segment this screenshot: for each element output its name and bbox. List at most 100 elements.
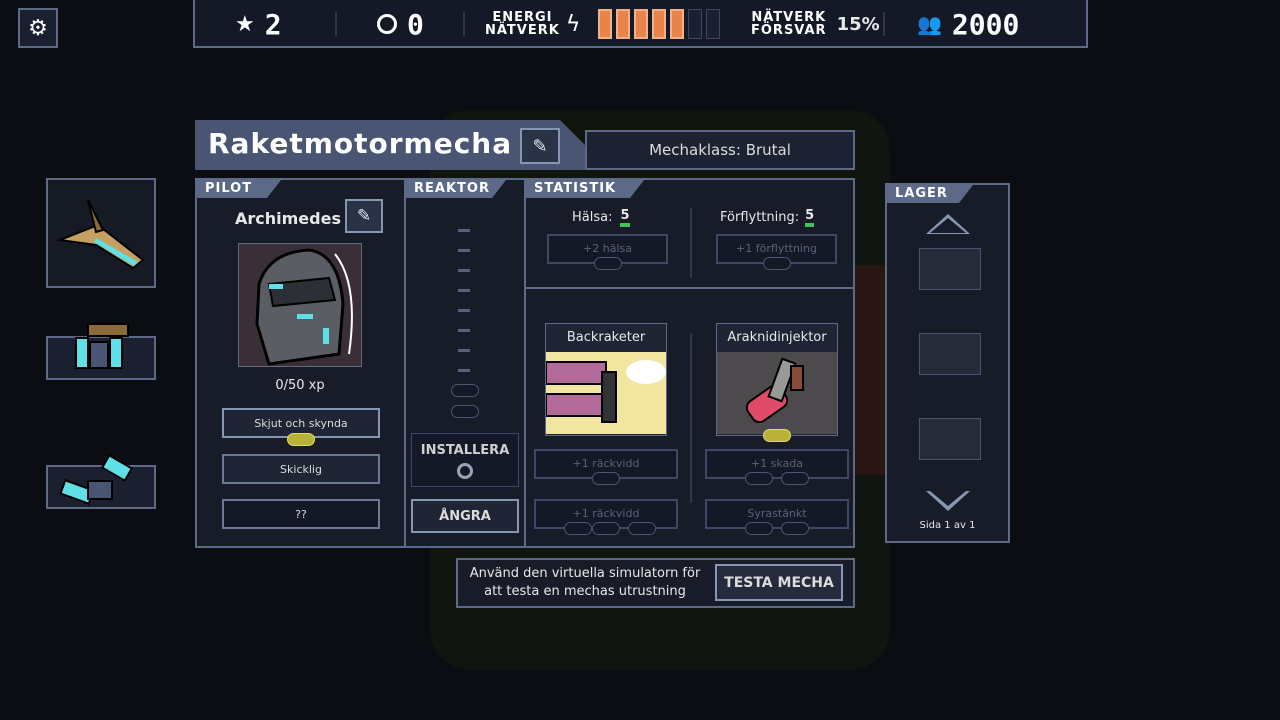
reactor-tick (458, 229, 470, 232)
pencil-icon: ✎ (532, 135, 548, 157)
move-upgrade-label: +1 förflyttning (736, 242, 817, 255)
star-icon: ★ (235, 11, 255, 37)
reputation-count: 0 (407, 7, 424, 41)
upgrade-pill (592, 522, 620, 535)
reactor-pill (451, 384, 479, 397)
weapon-2-upgrade-2[interactable]: Syrastänkt (705, 499, 849, 529)
mech-select-1[interactable] (46, 178, 156, 288)
upgrade-pill (564, 522, 592, 535)
weapon-1-upgrade-2-label: +1 räckvidd (572, 507, 640, 520)
weapon-2-upgrade-1[interactable]: +1 skada (705, 449, 849, 479)
pilot-skill-3-label: ?? (295, 507, 307, 521)
drone-mech-icon (59, 455, 134, 505)
storage-page: Sida 1 av 1 (919, 520, 976, 531)
pilot-name: Archimedes (235, 209, 341, 228)
reactor-core-icon (457, 463, 473, 479)
pilot-skill-1-label: Skjut och skynda (254, 416, 348, 430)
storage-tag: LAGER (887, 185, 973, 203)
health-upgrade-label: +2 hälsa (583, 242, 632, 255)
pilot-tag: PILOT (197, 180, 281, 198)
simulator-text-1: Använd den virtuella simulatorn för (469, 566, 701, 581)
jet-mech-icon (56, 199, 145, 270)
pilot-skill-3[interactable]: ?? (222, 499, 380, 529)
artillery-mech-icon (75, 323, 129, 369)
energy-bar-segment (598, 9, 613, 39)
upgrade-pill (781, 522, 809, 535)
move-value: 5 (805, 208, 815, 227)
defense-label-2: FÖRSVAR (751, 23, 827, 38)
energy-bar-segment (652, 9, 667, 39)
star-count: 2 (264, 7, 282, 41)
move-pill (763, 257, 791, 270)
undo-button[interactable]: ÅNGRA (411, 499, 519, 533)
upgrade-pill (628, 522, 656, 535)
reactor-tick (458, 329, 470, 332)
population-icon: 👥 (917, 12, 942, 36)
gear-icon: ⚙ (28, 15, 48, 41)
undo-label: ÅNGRA (439, 508, 491, 524)
move-label: Förflyttning: (720, 210, 800, 225)
reactor-tick (458, 269, 470, 272)
upgrade-pill (745, 522, 773, 535)
reactor-tick (458, 349, 470, 352)
stats-tag: STATISTIK (526, 180, 644, 198)
rename-pilot-button[interactable]: ✎ (345, 199, 383, 233)
mech-class-label: Mechaklass: Brutal (649, 141, 791, 159)
reactor-tick (458, 369, 470, 372)
rename-mech-button[interactable]: ✎ (520, 128, 560, 164)
simulator-text-2: att testa en mechas utrustning (484, 584, 686, 599)
upgrade-pill (781, 472, 809, 485)
settings-button[interactable]: ⚙ (18, 8, 58, 48)
mech-select-3[interactable] (46, 455, 156, 509)
pilot-portrait (238, 243, 362, 367)
defense-value: 15% (836, 13, 880, 35)
reactor-tick (458, 309, 470, 312)
pilot-skill-2[interactable]: Skicklig (222, 454, 380, 484)
energy-bar-segment (706, 9, 721, 39)
lightning-icon: ϟ (565, 11, 581, 37)
upgrade-pill (745, 472, 773, 485)
reactor-pill (451, 405, 479, 418)
weapon-card-2[interactable]: Araknidinjektor (716, 323, 838, 436)
pilot-xp: 0/50 xp (275, 378, 325, 393)
reactor-tag: REAKTOR (406, 180, 506, 198)
energy-bars (598, 9, 724, 39)
move-stat: Förflyttning: 5 (720, 208, 815, 227)
weapon-2-pill (763, 429, 791, 442)
energy-label-2: NÄTVERK (485, 23, 560, 38)
pencil-icon: ✎ (356, 206, 372, 226)
test-mech-label: TESTA MECHA (724, 574, 834, 591)
rocket-thruster-icon (545, 352, 666, 434)
energy-bar-segment (688, 9, 703, 39)
energy-bar-segment (634, 9, 649, 39)
storage-slot[interactable] (919, 333, 981, 375)
energy-bar-segment (670, 9, 685, 39)
mech-name: Raketmotormecha (208, 127, 513, 160)
health-label: Hälsa: (572, 210, 613, 225)
upgrade-pill (592, 472, 620, 485)
mech-class-box: Mechaklass: Brutal (585, 130, 855, 170)
test-mech-button[interactable]: TESTA MECHA (715, 564, 843, 601)
simulator-text: Använd den virtuella simulatorn för att … (460, 565, 710, 601)
skill-pill (287, 433, 315, 446)
weapon-2-name: Araknidinjektor (727, 330, 827, 345)
weapon-1-upgrade-1-label: +1 räckvidd (572, 457, 640, 470)
reactor-tick (458, 249, 470, 252)
weapon-2-upgrade-2-label: Syrastänkt (747, 507, 807, 520)
mech-select-2[interactable] (46, 323, 156, 380)
top-status-bar: ★ 2 0 ENERGI NÄTVERK ϟ NÄTVERK FÖRSVAR 1… (193, 0, 1088, 48)
storage-slot[interactable] (919, 248, 981, 290)
reputation-icon (377, 14, 397, 34)
install-button[interactable]: INSTALLERA (411, 433, 519, 487)
health-stat: Hälsa: 5 (572, 208, 630, 227)
health-value: 5 (620, 208, 630, 227)
weapon-2-upgrade-1-label: +1 skada (750, 457, 804, 470)
install-label: INSTALLERA (420, 443, 510, 458)
reactor-tick (458, 289, 470, 292)
energy-bar-segment (616, 9, 631, 39)
storage-slot[interactable] (919, 418, 981, 460)
pilot-skill-2-label: Skicklig (280, 462, 322, 476)
map-tile (855, 265, 885, 475)
population-count: 2000 (951, 7, 1020, 41)
weapon-card-1[interactable]: Backraketer (545, 323, 667, 436)
